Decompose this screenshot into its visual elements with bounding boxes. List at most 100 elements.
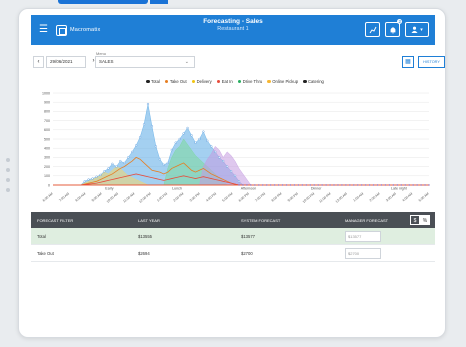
data-point	[99, 173, 102, 176]
chart-icon	[369, 26, 376, 33]
forecast-chart: Total Take Out Delivery Eat In Drive Thru Onl…	[31, 77, 435, 209]
menu-select-value: SALES	[99, 59, 114, 64]
legend-item[interactable]: Eat In	[216, 79, 233, 84]
y-tick-label: 1000	[42, 91, 50, 95]
x-tick-label: 5:00 AM	[418, 192, 430, 203]
legend-label: Eat In	[221, 79, 233, 84]
data-point	[107, 167, 110, 170]
col-manager-forecast: MANAGER FORECAST	[345, 218, 389, 223]
baseline-point	[273, 184, 276, 186]
x-tick-label: 12:00 PM	[138, 192, 152, 204]
history-button[interactable]: HISTORY	[418, 56, 445, 68]
baseline-point	[254, 184, 256, 186]
baseline-point	[317, 184, 319, 186]
chart-legend: Total Take Out Delivery Eat In Drive Thru Onl…	[146, 79, 324, 84]
app-header: ☰ Macromatix Forecasting - Sales Restaur…	[31, 15, 435, 45]
baseline-point	[238, 184, 240, 186]
data-point	[103, 170, 106, 173]
chevron-down-icon: ⌄	[184, 59, 189, 65]
row-filter: Total	[37, 234, 46, 239]
hamburger-icon[interactable]: ☰	[39, 25, 53, 35]
baseline-point	[313, 184, 315, 186]
data-point	[218, 156, 221, 159]
prev-date-button[interactable]: ‹	[33, 56, 44, 68]
x-tick-label: 2:00 PM	[172, 192, 184, 203]
data-point	[202, 130, 205, 133]
baseline-point	[277, 184, 280, 186]
brand-name: Macromatix	[70, 27, 101, 33]
row-system-forecast: $13577	[241, 234, 255, 239]
baseline-point	[281, 184, 284, 186]
data-point	[146, 102, 150, 106]
chart-button[interactable]	[365, 22, 380, 37]
grid-view-button[interactable]: ▦	[402, 56, 414, 68]
data-point	[166, 161, 169, 165]
baseline-point	[345, 184, 347, 186]
legend-item[interactable]: Total	[146, 79, 160, 84]
legend-item[interactable]: Drive Thru	[237, 79, 263, 84]
data-point	[95, 175, 98, 178]
baseline-point	[404, 184, 406, 186]
baseline-point	[305, 184, 308, 186]
notifications-button[interactable]: 2	[385, 19, 402, 37]
baseline-point	[301, 184, 304, 186]
daypart-label: Lunch	[172, 187, 182, 191]
legend-label: Take Out	[169, 79, 187, 84]
legend-label: Delivery	[196, 79, 212, 84]
data-point	[222, 159, 225, 163]
baseline-point	[337, 184, 339, 186]
legend-label: Drive Thru	[242, 79, 263, 84]
chevron-down-icon: ▾	[420, 26, 423, 33]
legend-label: Catering	[308, 79, 324, 84]
data-point	[233, 174, 237, 177]
legend-item[interactable]: Online Pickup	[267, 79, 298, 84]
chevron-left-icon: ‹	[37, 59, 40, 65]
date-field[interactable]: 29/06/2021	[46, 56, 86, 68]
baseline-point	[368, 184, 371, 186]
data-point	[123, 161, 126, 165]
baseline-point	[242, 184, 244, 186]
menu-select[interactable]: SALES ⌄	[95, 56, 195, 68]
x-tick-label: 7:00 PM	[254, 192, 266, 203]
data-point	[83, 180, 86, 183]
x-tick-label: 3:00 PM	[189, 192, 201, 203]
baseline-point	[412, 184, 414, 186]
toggle-percent[interactable]: %	[420, 215, 430, 225]
col-last-year: LAST YEAR	[138, 218, 160, 223]
legend-item[interactable]: Take Out	[164, 79, 187, 84]
baseline-point	[297, 184, 300, 186]
x-tick-label: 1:00 AM	[352, 192, 364, 203]
legend-item[interactable]: Catering	[303, 79, 324, 84]
data-point	[226, 165, 229, 168]
baseline-point	[285, 184, 288, 186]
baseline-point	[388, 184, 391, 186]
data-point	[190, 134, 193, 137]
daypart-label: Afternoon	[241, 187, 257, 191]
data-point	[182, 132, 185, 135]
x-tick-label: 6:00 AM	[42, 192, 54, 203]
data-point	[206, 139, 209, 142]
legend-item[interactable]: Delivery	[191, 79, 212, 84]
baseline-point	[269, 184, 272, 186]
toggle-dollar[interactable]: $	[410, 215, 420, 225]
baseline-point	[246, 184, 248, 186]
data-point	[127, 156, 130, 159]
y-tick-label: 800	[44, 110, 50, 114]
daypart-label: Late night	[391, 187, 407, 191]
x-tick-label: 11:00 AM	[122, 192, 135, 204]
data-point	[237, 180, 241, 183]
data-point	[158, 158, 161, 161]
data-point	[138, 136, 142, 139]
x-tick-label: 10:00 PM	[302, 192, 316, 204]
user-menu-button[interactable]: ▾	[405, 22, 429, 37]
baseline-point	[380, 184, 383, 186]
baseline-point	[325, 184, 327, 186]
baseline-point	[357, 184, 359, 186]
data-point	[210, 145, 213, 148]
header-actions: 2 ▾	[365, 19, 429, 37]
data-point	[142, 123, 146, 126]
manager-forecast-input[interactable]: $2700	[345, 248, 381, 259]
x-tick-label: 2:00 AM	[369, 192, 381, 203]
x-tick-label: 12:00 AM	[335, 192, 348, 204]
manager-forecast-input[interactable]: $13577	[345, 231, 381, 242]
